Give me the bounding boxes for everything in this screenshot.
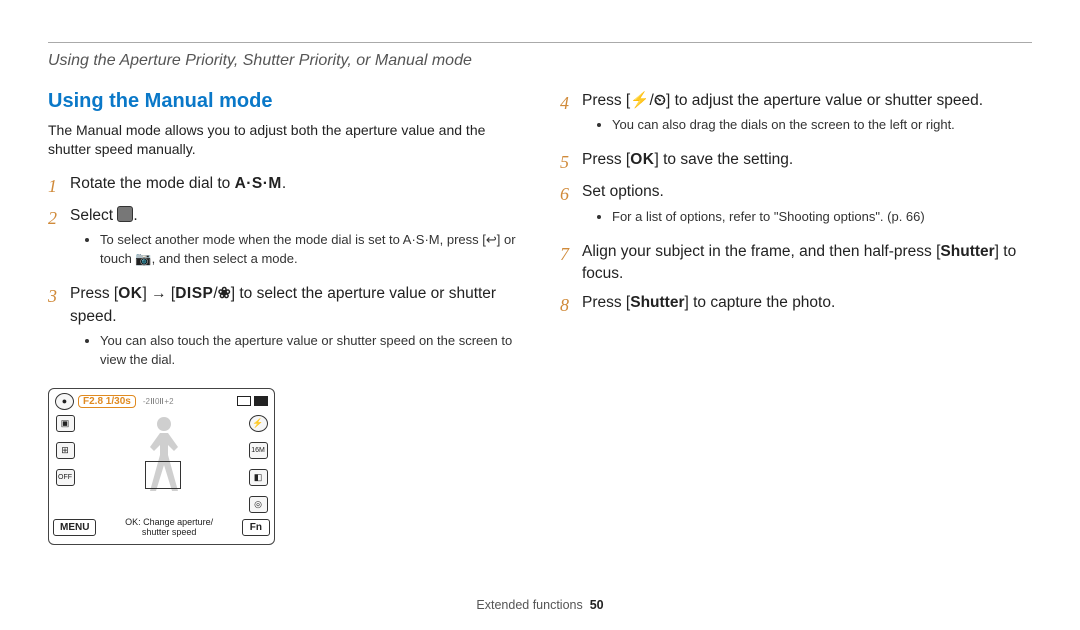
right-icon: 16M [249, 442, 268, 459]
step-text: Press [⚡/⏲] to adjust the aperture value… [582, 90, 1032, 143]
timer-glyph: ⏲ [654, 92, 666, 109]
step-text: Set options. For a list of options, refe… [582, 181, 1032, 234]
substep: You can also touch the aperture value or… [100, 332, 520, 370]
substep: For a list of options, refer to "Shootin… [612, 208, 1032, 227]
right-icon: ⚡ [249, 415, 268, 432]
left-icon: ⊞ [56, 442, 75, 459]
substep: To select another mode when the mode dia… [100, 231, 520, 269]
shutter-label: Shutter [940, 243, 994, 260]
step-number: 1 [48, 173, 70, 199]
step-number: 8 [560, 292, 582, 318]
step-number: 2 [48, 205, 70, 277]
step-text: Press [OK] to save the setting. [582, 149, 1032, 175]
step-text: Align your subject in the frame, and the… [582, 241, 1032, 286]
chapter-title: Using the Aperture Priority, Shutter Pri… [48, 52, 472, 70]
step-text: Select . To select another mode when the… [70, 205, 520, 277]
right-icon: ◎ [249, 496, 268, 513]
step-number: 7 [560, 241, 582, 286]
step-text: Press [Shutter] to capture the photo. [582, 292, 1032, 318]
macro-glyph: ❀ [218, 285, 231, 302]
page-footer: Extended functions 50 [0, 598, 1080, 612]
left-icon: ▣ [56, 415, 75, 432]
flash-glyph: ⚡ [630, 92, 649, 109]
step-number: 3 [48, 283, 70, 378]
ok-glyph: OK [630, 151, 654, 168]
step-number: 4 [560, 90, 582, 143]
left-icon: OFF [56, 469, 75, 486]
step-text: Press [OK] → [DISP/❀] to select the aper… [70, 283, 520, 378]
exposure-bar: -2 0 +2 [143, 397, 174, 406]
left-column: Using the Manual mode The Manual mode al… [48, 90, 520, 545]
fn-button: Fn [242, 519, 270, 536]
step-number: 5 [560, 149, 582, 175]
mode-select-icon [117, 206, 133, 222]
lcd-preview: ● F2.8 1/30s -2 0 +2 ▣ ⊞ OFF [48, 388, 275, 545]
mode-icon: ● [55, 393, 74, 410]
menu-button: MENU [53, 519, 96, 536]
substep: You can also drag the dials on the scree… [612, 116, 1032, 135]
step-number: 6 [560, 181, 582, 234]
ok-glyph: OK [118, 285, 142, 302]
step-text: Rotate the mode dial to A·S·M. [70, 173, 520, 199]
disp-glyph: DISP [175, 285, 213, 302]
right-icon: ◧ [249, 469, 268, 486]
mode-glyph-asm: A·S·M [235, 175, 282, 192]
exposure-readout: F2.8 1/30s [78, 395, 136, 408]
shutter-label: Shutter [630, 294, 684, 311]
af-box [145, 461, 181, 489]
intro-paragraph: The Manual mode allows you to adjust bot… [48, 121, 520, 159]
section-heading: Using the Manual mode [48, 90, 520, 113]
right-column: 4 Press [⚡/⏲] to adjust the aperture val… [560, 90, 1032, 545]
lcd-caption: OK: Change aperture/ shutter speed [100, 518, 237, 538]
battery-icon [237, 396, 268, 406]
